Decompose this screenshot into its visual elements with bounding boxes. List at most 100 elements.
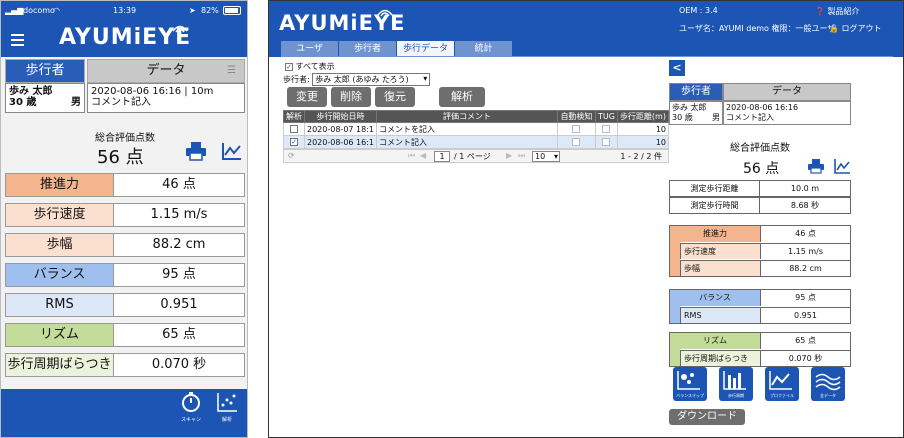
data-comment: コメント記入 — [91, 97, 151, 108]
battery-icon — [223, 6, 241, 15]
walker-info: 歩み 太郎 30 歳 男 — [5, 83, 85, 113]
battery-percent: 82% — [201, 6, 219, 15]
row-tug — [594, 135, 618, 149]
metric-sub-row: 歩行速度 1.15 m/s — [670, 243, 850, 260]
row-select-cell — [283, 122, 305, 136]
printer-icon[interactable] — [185, 141, 207, 161]
back-button[interactable]: < — [669, 60, 685, 76]
metric-group-header: リズム 65 点 — [670, 333, 850, 350]
action-button-3[interactable]: 解析 — [439, 87, 485, 107]
metric-sub-row: 歩行周期ばらつき 0.070 秒 — [670, 350, 850, 367]
tab-underline — [281, 56, 893, 57]
scan-button[interactable]: スキャン — [179, 391, 203, 423]
column-header[interactable]: 歩行距離(m) — [616, 110, 670, 123]
metric-group-label: リズム — [670, 333, 760, 349]
action-button-0[interactable]: 変更 — [287, 87, 327, 107]
analysis-icon-button-3[interactable]: 全データ — [811, 367, 845, 401]
walker-select[interactable]: 歩み 太郎 (あゆみ たろう) ▾ — [312, 73, 431, 86]
tug-checkbox — [602, 125, 611, 133]
metric-group-value: 65 点 — [760, 333, 850, 349]
metric-row: 歩行周期ばらつき 0.070 秒 — [5, 353, 245, 377]
list-icon[interactable]: ☰ — [227, 60, 236, 82]
analysis-label: 解析 — [221, 417, 232, 423]
show-all-checkbox[interactable]: ✓ — [285, 62, 293, 71]
metric-sub-label: 歩行速度 — [680, 243, 760, 259]
logout-link[interactable]: 🔒 ログアウト — [829, 23, 882, 34]
row-checkbox[interactable]: ✓ — [290, 138, 298, 146]
next-page-icon[interactable]: ▶ — [506, 151, 512, 160]
show-all-toggle[interactable]: ✓ すべて表示 — [285, 61, 335, 72]
metric-sub-value: 1.15 m/s — [760, 243, 850, 259]
location-icon: ➤ — [189, 6, 196, 15]
last-page-icon[interactable]: ⏭ — [518, 151, 525, 161]
mobile-app-screen: ▂▄▆ docomo ◠ 13:39 ➤ 82% AYUMiEYE 歩行者 デー… — [0, 0, 248, 438]
stopwatch-icon — [182, 392, 200, 412]
panel-total-score: 56 点 — [743, 161, 780, 177]
metric-group-value: 46 点 — [760, 226, 850, 242]
metric-sub-value: 0.951 — [760, 307, 850, 323]
walker-name: 歩み 太郎 — [9, 86, 53, 97]
product-info-link[interactable]: ❓ 製品紹介 — [815, 6, 860, 17]
table-pager: ⟳ ⏮ ◀ 1 / 1 ページ ▶ ⏭ 10 ▾ 1 - 2 / 2 件 — [283, 149, 669, 163]
signal-arc-icon — [172, 25, 188, 33]
panel-tab-data[interactable]: データ — [723, 83, 851, 101]
action-button-1[interactable]: 削除 — [331, 87, 371, 107]
metric-sub-value: 0.070 秒 — [760, 350, 850, 366]
first-page-icon[interactable]: ⏮ — [408, 151, 415, 161]
row-auto-detect — [556, 135, 596, 149]
metric-group-header: バランス 95 点 — [670, 290, 850, 307]
panel-data-info: 2020-08-06 16:16 コメント記入 — [723, 101, 851, 125]
panel-tab-walker[interactable]: 歩行者 — [669, 83, 723, 101]
tab-main-0[interactable]: ユーザ — [281, 41, 339, 57]
column-header[interactable]: TUG — [594, 110, 618, 123]
product-info-label: 製品紹介 — [827, 7, 860, 16]
analysis-icon-button-0[interactable]: バランスマップ — [673, 367, 707, 401]
tab-data[interactable]: データ ☰ — [87, 59, 245, 83]
column-header[interactable]: 評価コメント — [376, 110, 558, 123]
tab-main-2[interactable]: 歩行データ — [397, 41, 455, 57]
chart-icon[interactable] — [833, 158, 851, 174]
metric-group-value: 95 点 — [760, 290, 850, 306]
table-row[interactable]: ✓ 2020-08-06 16:1 コメント記入 10 — [283, 135, 670, 149]
analysis-button[interactable]: 解析 — [215, 391, 239, 423]
download-button[interactable]: ダウンロード — [669, 409, 745, 425]
action-button-2[interactable]: 復元 — [375, 87, 415, 107]
panel-walker-name: 歩み 太郎 — [672, 103, 707, 112]
panel-score-label: 総合評価点数 — [730, 143, 790, 154]
panel-walker-sex: 男 — [712, 113, 720, 122]
refresh-icon[interactable]: ⟳ — [288, 151, 295, 160]
score-label: 総合評価点数 — [95, 133, 155, 144]
metric-label: 歩行速度 — [6, 204, 114, 226]
metric-label: 歩行周期ばらつき — [6, 354, 114, 376]
status-time: 13:39 — [113, 6, 137, 15]
tab-main-1[interactable]: 歩行者 — [339, 41, 397, 57]
table-row[interactable]: 2020-08-07 18:1 コメントを記入 10 — [283, 122, 670, 136]
panel-walker-age: 30 歳 — [672, 113, 693, 122]
chart-icon[interactable] — [221, 141, 243, 161]
app-footer: スキャン 解析 — [1, 389, 247, 437]
prev-page-icon[interactable]: ◀ — [420, 151, 426, 160]
total-score: 56 点 — [97, 147, 144, 168]
column-header[interactable]: 歩行開始日時 — [304, 110, 377, 123]
wifi-icon: ◠ — [53, 6, 60, 15]
tab-walker[interactable]: 歩行者 — [5, 59, 85, 83]
analysis-icon-button-1[interactable]: 歩行周期 — [719, 367, 753, 401]
metric-label: 歩幅 — [6, 234, 114, 256]
balance-map-icon — [677, 371, 700, 390]
metric-row: 歩幅 88.2 cm — [5, 233, 245, 257]
row-comment: コメント記入 — [376, 135, 558, 149]
help-icon: ❓ — [815, 7, 825, 16]
analysis-icon-button-2[interactable]: プロファイル — [765, 367, 799, 401]
page-input[interactable]: 1 — [434, 151, 450, 162]
scan-label: スキャン — [180, 417, 201, 423]
metric-sub-label: RMS — [680, 307, 760, 323]
menu-icon[interactable] — [11, 34, 24, 49]
column-header[interactable]: 自動検知 — [556, 110, 596, 123]
column-header[interactable]: 解析 — [283, 110, 305, 123]
tab-main-3[interactable]: 統計 — [455, 41, 513, 57]
per-page-select[interactable]: 10 ▾ — [532, 151, 560, 162]
row-checkbox[interactable] — [290, 125, 298, 133]
measure-row: 測定歩行距離 10.0 m — [669, 180, 851, 197]
measure-label: 測定歩行距離 — [670, 181, 760, 196]
printer-icon[interactable] — [807, 158, 825, 174]
